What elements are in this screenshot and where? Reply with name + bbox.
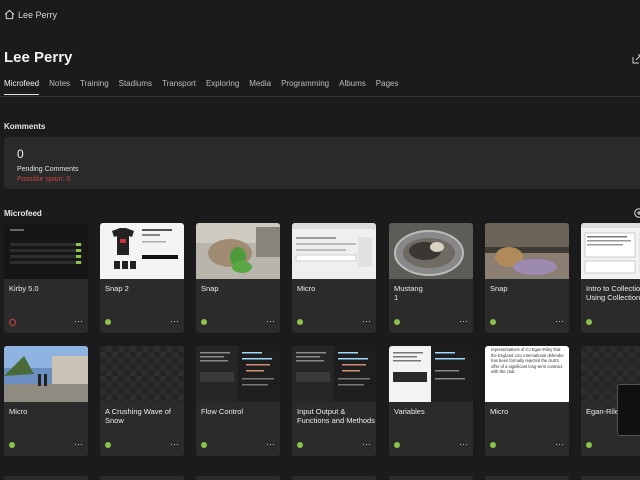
card-thumbnail [196, 346, 280, 402]
floating-window-thumbnail[interactable] [617, 384, 640, 436]
more-options-button[interactable]: ··· [459, 439, 468, 449]
status-ok-icon [586, 442, 592, 448]
more-options-button[interactable]: ··· [170, 439, 179, 449]
more-options-button[interactable]: ··· [555, 316, 564, 326]
feed-card[interactable]: Snap ··· [485, 223, 569, 333]
card-title: Micro [490, 407, 509, 416]
feed-card[interactable]: Intro to Collections Using Collections··… [581, 223, 640, 333]
feed-card[interactable] [389, 476, 473, 480]
card-title: A Crushing Wave of Snow [105, 407, 172, 425]
card-thumbnail [292, 223, 376, 279]
tab-exploring[interactable]: Exploring [206, 79, 239, 95]
more-options-button[interactable]: ··· [362, 439, 371, 449]
status-ok-icon [586, 319, 592, 325]
card-thumbnail: representatives of CJ Egan-Riley that th… [485, 346, 569, 402]
status-ok-icon [490, 319, 496, 325]
tab-albums[interactable]: Albums [339, 79, 366, 95]
feed-card[interactable]: Kirby 5.0 ··· [4, 223, 88, 333]
home-icon[interactable] [4, 9, 15, 20]
feed-card[interactable]: Input Output & Functions and Methods ··· [292, 346, 376, 456]
card-title: Mustang [394, 284, 423, 293]
more-options-button[interactable]: ··· [74, 439, 83, 449]
feed-card[interactable]: Snap 2 ··· [100, 223, 184, 333]
status-ok-icon [201, 442, 207, 448]
open-external-icon[interactable] [632, 54, 640, 64]
more-options-button[interactable]: ··· [74, 316, 83, 326]
feed-card[interactable] [292, 476, 376, 480]
card-thumbnail [4, 223, 88, 279]
more-options-button[interactable]: ··· [459, 316, 468, 326]
status-ok-icon [105, 442, 111, 448]
breadcrumb[interactable]: Lee Perry [18, 10, 57, 20]
status-ok-icon [297, 442, 303, 448]
status-ok-icon [105, 319, 111, 325]
card-title: Variables [394, 407, 425, 416]
page-title: Lee Perry [4, 49, 73, 66]
card-title: Snap [201, 284, 219, 293]
tab-programming[interactable]: Programming [281, 79, 329, 95]
tab-notes[interactable]: Notes [49, 79, 70, 95]
status-ok-icon [297, 319, 303, 325]
feed-card[interactable] [100, 476, 184, 480]
tab-transport[interactable]: Transport [162, 79, 196, 95]
feed-card[interactable]: Micro ··· [4, 346, 88, 456]
tab-bar: Microfeed Notes Training Stadiums Transp… [4, 79, 398, 95]
status-ok-icon [490, 442, 496, 448]
card-thumbnail [100, 346, 184, 402]
status-error-icon [9, 319, 16, 326]
feed-card[interactable] [581, 476, 640, 480]
card-thumbnail [100, 223, 184, 279]
more-options-button[interactable]: ··· [266, 316, 275, 326]
status-ok-icon [394, 319, 400, 325]
tab-stadiums[interactable]: Stadiums [119, 79, 152, 95]
feed-card[interactable]: Variables ··· [389, 346, 473, 456]
more-options-button[interactable]: ··· [266, 439, 275, 449]
add-icon[interactable] [634, 208, 640, 218]
more-options-button[interactable]: ··· [555, 439, 564, 449]
feed-card[interactable]: representatives of CJ Egan-Riley that th… [485, 346, 569, 456]
tab-training[interactable]: Training [80, 79, 109, 95]
feed-card[interactable] [4, 476, 88, 480]
card-thumbnail [581, 223, 640, 279]
komments-panel[interactable]: 0 Pending Comments Possible spam: 0 [4, 137, 640, 189]
card-title: Intro to Collections Using Collections [586, 284, 640, 302]
card-title: Snap 2 [105, 284, 129, 293]
feed-card[interactable] [196, 476, 280, 480]
card-title: Micro [297, 284, 316, 293]
feed-card[interactable] [485, 476, 569, 480]
status-ok-icon [394, 442, 400, 448]
tab-media[interactable]: Media [249, 79, 271, 95]
card-title: Micro [9, 407, 28, 416]
feed-card[interactable]: Flow Control ··· [196, 346, 280, 456]
card-title: Snap [490, 284, 508, 293]
tab-pages[interactable]: Pages [376, 79, 399, 95]
card-title: Input Output & Functions and Methods [297, 407, 375, 425]
card-thumbnail [292, 346, 376, 402]
card-thumbnail [196, 223, 280, 279]
tab-microfeed[interactable]: Microfeed [4, 79, 40, 95]
komments-heading: Komments [4, 122, 46, 131]
card-thumbnail [389, 346, 473, 402]
more-options-button[interactable]: ··· [362, 316, 371, 326]
pending-count: 0 [17, 147, 24, 161]
card-subtitle: 1 [394, 293, 399, 302]
card-thumbnail [389, 223, 473, 279]
tabs-divider [0, 96, 640, 97]
card-thumbnail [485, 223, 569, 279]
feed-card[interactable]: Micro ··· [292, 223, 376, 333]
card-thumbnail [4, 346, 88, 402]
article-snippet: representatives of CJ Egan-Riley that th… [491, 347, 564, 375]
more-options-button[interactable]: ··· [170, 316, 179, 326]
top-bar: Lee Perry [0, 0, 640, 30]
feed-card[interactable]: A Crushing Wave of Snow ··· [100, 346, 184, 456]
feed-card[interactable]: Snap ··· [196, 223, 280, 333]
feed-card[interactable]: Mustang 1 ··· [389, 223, 473, 333]
spam-label: Possible spam: 0 [17, 176, 71, 183]
card-title: Flow Control [201, 407, 244, 416]
status-ok-icon [9, 442, 15, 448]
pending-label: Pending Comments [17, 166, 79, 173]
card-title: Kirby 5.0 [9, 284, 39, 293]
status-ok-icon [201, 319, 207, 325]
microfeed-heading: Microfeed [4, 209, 42, 218]
